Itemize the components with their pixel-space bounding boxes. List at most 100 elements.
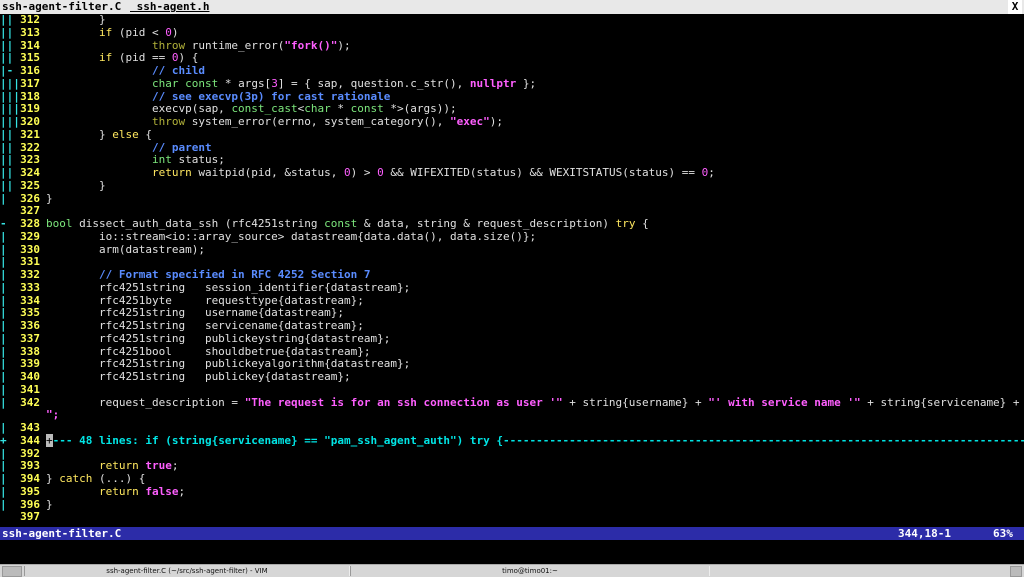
system-tray[interactable]	[2, 566, 22, 577]
code-token: "fork()"	[284, 38, 338, 52]
code-token: rfc4251bool shouldbetrue{datastream};	[46, 344, 371, 358]
line-number: 328	[20, 217, 40, 230]
code-line[interactable]: ";	[0, 408, 1024, 422]
fold-indicator: ||	[0, 14, 14, 26]
code-text: return waitpid(pid, &status, 0) > 0 && W…	[46, 166, 715, 180]
code-token: throw	[46, 38, 186, 52]
code-text: }	[46, 498, 53, 512]
code-line[interactable]: | 393 return true;	[0, 459, 1024, 473]
taskbar-item-terminal[interactable]: timo@timo01:~	[350, 566, 710, 576]
tab-line: ssh-agent-filter.C ssh-agent.h X	[0, 0, 1024, 14]
line-number: 332	[20, 268, 40, 281]
code-token: system_error(errno, system_category(),	[185, 115, 450, 128]
line-number: 336	[20, 319, 40, 332]
code-token: }	[46, 127, 113, 141]
code-token: 0	[165, 25, 172, 39]
code-token: && WIFEXITED(status) && WEXITSTATUS(stat…	[383, 166, 702, 179]
code-token: const	[178, 76, 219, 90]
code-text: request_description = "The request is fo…	[46, 395, 1024, 410]
line-number: 340	[20, 370, 40, 383]
taskbar-item-vim[interactable]: ssh-agent-filter.C (~/src/ssh-agent-filt…	[24, 566, 350, 576]
command-line[interactable]	[0, 540, 1024, 564]
code-token: ) >	[350, 166, 378, 179]
code-token: false	[145, 484, 179, 498]
fold-indicator: +	[0, 433, 7, 447]
line-number: 316	[20, 64, 40, 77]
code-line[interactable]: | 395 return false;	[0, 484, 1024, 499]
code-token: char	[304, 102, 331, 116]
fold-indicator: |||	[0, 76, 20, 90]
code-line[interactable]: || 324 return waitpid(pid, &status, 0) > …	[0, 166, 1024, 180]
code-token: if	[46, 25, 113, 39]
code-line[interactable]: | 342 request_description = "The request …	[0, 395, 1024, 410]
code-token: (...) {	[92, 472, 146, 485]
fold-indicator: ||	[0, 166, 14, 179]
line-number: 317	[20, 76, 40, 90]
code-token: ;	[178, 484, 186, 498]
code-token: "exec"	[449, 115, 490, 128]
line-number: 343	[20, 421, 40, 434]
code-line[interactable]: | 326}	[0, 191, 1024, 206]
code-token: & data, string & request_description)	[357, 217, 616, 230]
tab-ssh-agent-filter-c[interactable]: ssh-agent-filter.C	[0, 0, 123, 14]
code-token: };	[516, 76, 537, 90]
code-token: bool	[46, 217, 73, 230]
fold-indicator: |	[0, 191, 7, 205]
code-text: ";	[46, 408, 59, 422]
line-number: 344	[20, 433, 40, 447]
fold-indicator: |	[0, 472, 7, 485]
code-token: waitpid(pid, &status,	[191, 166, 345, 179]
code-token: dissect_auth_data_ssh (rfc4251string	[72, 217, 325, 230]
code-token: // Format specified in RFC 4252 Section …	[46, 268, 371, 281]
close-tab-button[interactable]: X	[1008, 0, 1022, 14]
code-editor[interactable]: || 312 } || 313 if (pid < 0) || 314 throw run…	[0, 14, 1024, 527]
fold-indicator: |	[0, 229, 7, 243]
code-token: rfc4251string servicename{datastream};	[46, 319, 364, 332]
code-token: status;	[171, 153, 225, 167]
code-token: )	[171, 25, 179, 39]
code-token: {	[138, 127, 152, 141]
fold-indicator: ||	[0, 25, 14, 39]
code-token: int	[46, 153, 172, 167]
code-token: *	[330, 102, 351, 116]
code-text: +--- 48 lines: if (string{servicename} =…	[46, 433, 1024, 448]
code-token: rfc4251byte requesttype{datastream};	[46, 293, 364, 307]
code-token: if	[46, 51, 113, 65]
code-token: const	[324, 217, 358, 230]
code-token: }	[46, 178, 106, 192]
code-token: ;	[171, 459, 179, 473]
code-token: *>(args));	[383, 102, 457, 116]
fold-indicator: ||	[0, 127, 14, 141]
code-token: execvp(sap,	[46, 102, 232, 116]
fold-indicator: |	[0, 268, 7, 281]
code-line[interactable]: 397	[0, 510, 1024, 524]
code-token: // parent	[46, 140, 212, 154]
code-token: return	[46, 484, 139, 498]
code-token: return	[46, 166, 192, 179]
fold-indicator: |-	[0, 64, 14, 77]
code-line[interactable]: | 340 rfc4251string publickey{datastream}…	[0, 370, 1024, 384]
code-line[interactable]: | 396}	[0, 498, 1024, 512]
code-token: "The request is for an ssh connection as…	[244, 395, 563, 409]
code-token: 0	[344, 166, 351, 179]
code-line[interactable]: || 325 }	[0, 178, 1024, 193]
fold-indicator: |	[0, 331, 7, 345]
code-line[interactable]: ||| 320 throw system_error(errno, system_…	[0, 115, 1024, 129]
code-token: rfc4251string username{datastream};	[46, 306, 345, 320]
fold-indicator: |	[0, 484, 7, 498]
code-token: (pid <	[112, 25, 166, 39]
fold-indicator: -	[0, 217, 7, 230]
code-line[interactable]: +344 +--- 48 lines: if (string{servicenam…	[0, 433, 1024, 448]
code-token: true	[145, 459, 172, 473]
closed-fold-text[interactable]: --- 48 lines: if (string{servicename} ==…	[53, 434, 1024, 447]
line-number: 324	[20, 166, 40, 179]
line-number: 329	[20, 229, 40, 243]
code-token: request_description =	[46, 395, 245, 409]
code-token: }	[46, 14, 106, 26]
code-line[interactable]: | 330 arm(datastream);	[0, 243, 1024, 257]
line-number: 313	[20, 25, 40, 39]
show-desktop-button[interactable]	[1010, 566, 1022, 577]
tab-ssh-agent-h[interactable]: ssh-agent.h	[128, 0, 211, 14]
fold-indicator: |	[0, 280, 7, 294]
fold-indicator: |	[0, 319, 7, 332]
